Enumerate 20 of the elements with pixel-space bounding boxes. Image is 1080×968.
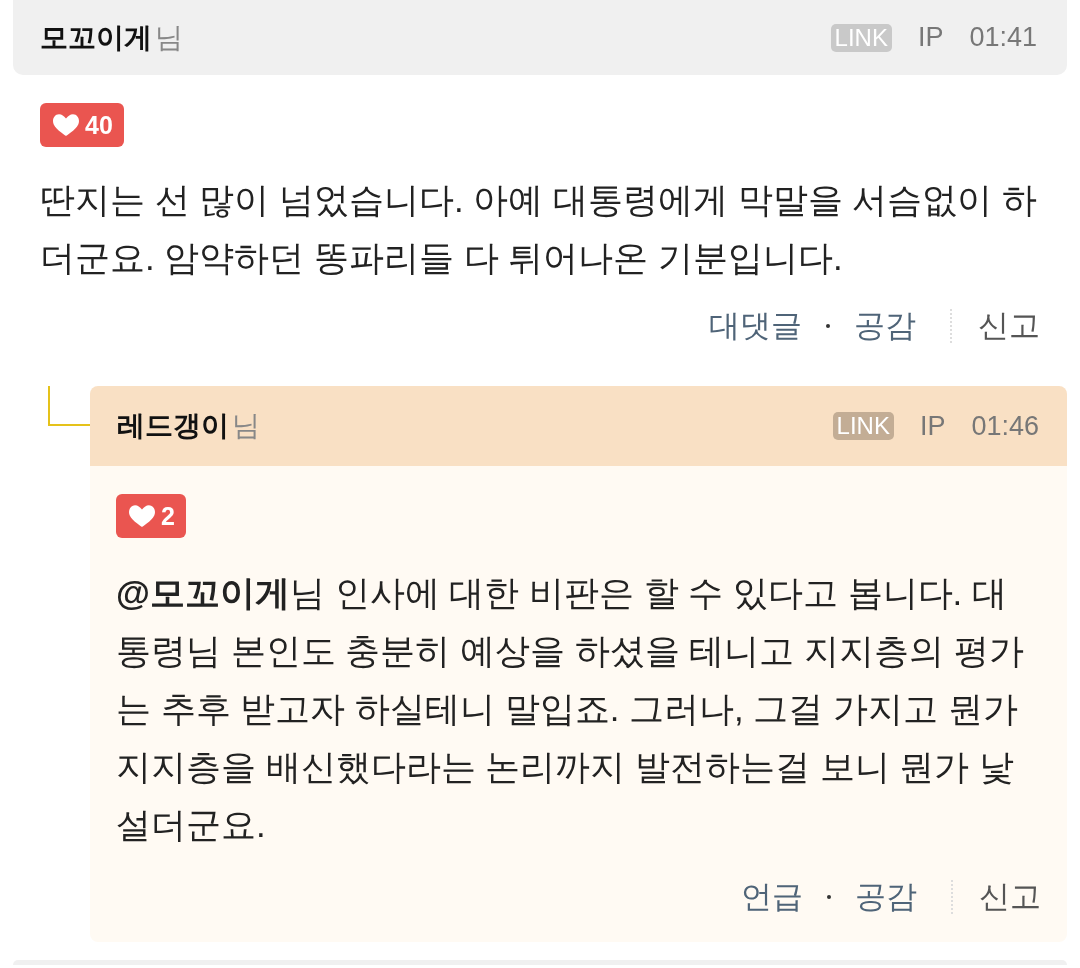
comment-action-link[interactable]: 대댓글 xyxy=(709,306,802,346)
heart-icon xyxy=(53,114,79,136)
comment-time: 01:41 xyxy=(969,22,1037,53)
honorific-text: 님 xyxy=(232,409,260,443)
ip-label: IP xyxy=(919,410,946,442)
author-name[interactable]: 레드갱이 xyxy=(117,407,229,445)
comment-action-link[interactable]: 신고 xyxy=(979,877,1041,917)
ip-label: IP xyxy=(917,22,944,53)
reply-text: @모꼬이게님 인사에 대한 비판은 할 수 있다고 봅니다. 대통령님 본인도 충분히 예상을 하셨을 테니고 지지층의 평가는 추후 받고자 하실테니 말입죠. 그러나, 그걸 가지고 뭔가 지지층을 배신했다라는 논리까지 발전하는걸 보니 뭔가 낯설더군요. xyxy=(116,572,1025,846)
honorific-text: 님 xyxy=(155,20,183,55)
comment-action-link[interactable]: 공감 xyxy=(854,306,916,346)
comment-action-link[interactable]: 언급 xyxy=(741,877,803,917)
heart-icon xyxy=(129,505,155,527)
author-name[interactable]: 모꼬이게 xyxy=(40,18,152,57)
like-count: 40 xyxy=(85,110,113,140)
comment-text: 딴지는 선 많이 넘었습니다. 아예 대통령에게 막말을 서슴없이 하더군요. 암약하던 똥파리들 다 튀어나온 기분입니다. xyxy=(40,179,1038,279)
comment-action-link[interactable]: 신고 xyxy=(978,306,1040,346)
like-count: 2 xyxy=(161,501,175,531)
comment-action-link[interactable]: 공감 xyxy=(855,877,917,917)
comment-time: 01:46 xyxy=(971,410,1039,442)
